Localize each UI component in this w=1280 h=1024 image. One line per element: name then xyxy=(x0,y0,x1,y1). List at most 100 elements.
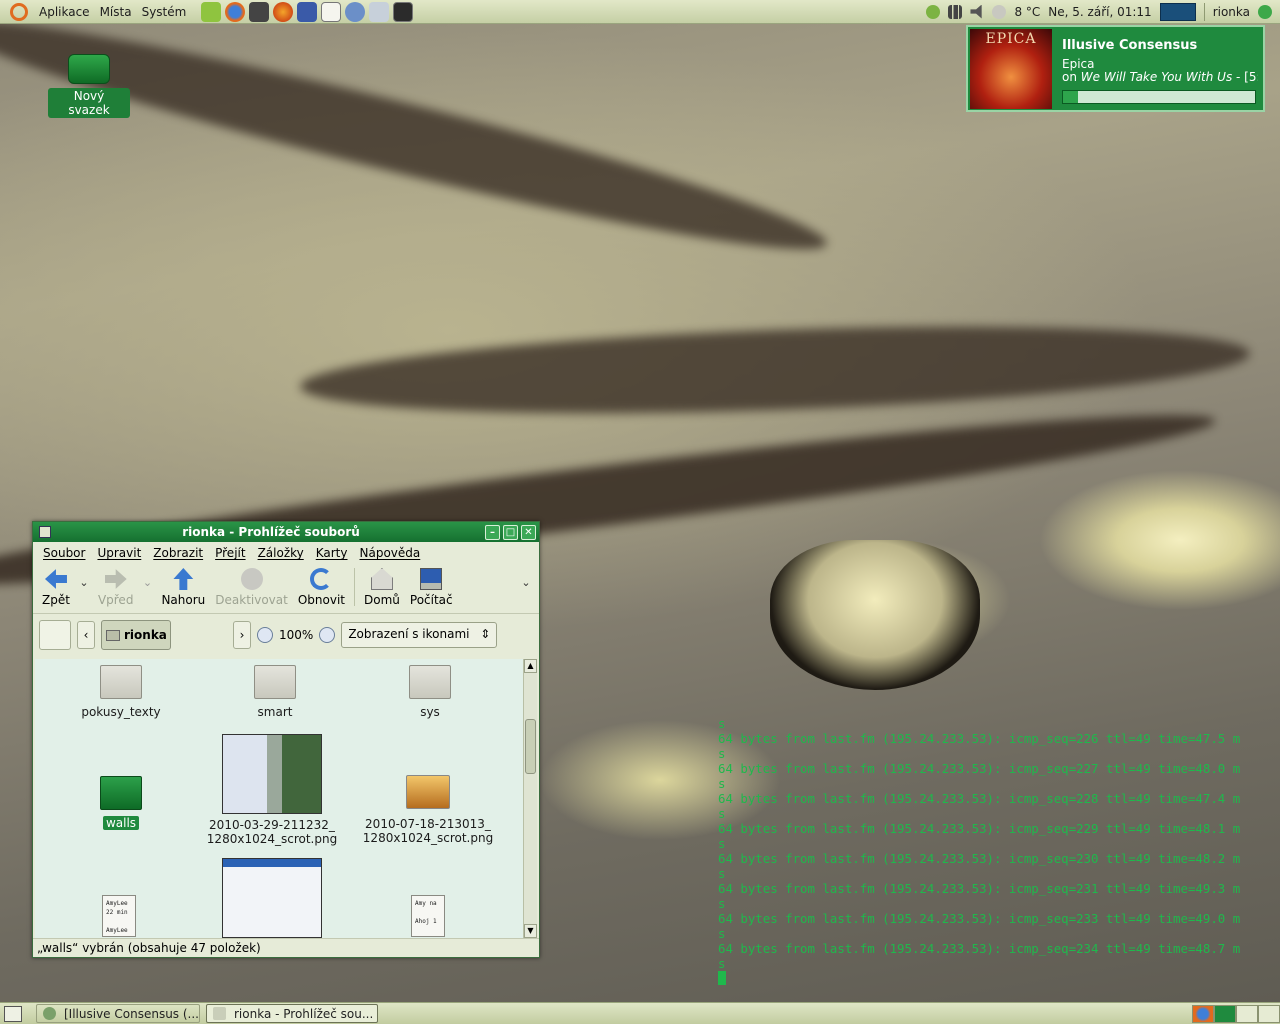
rhythmbox-icon[interactable] xyxy=(249,1,270,22)
back-label: Zpět xyxy=(42,593,70,607)
runner-icon[interactable] xyxy=(1258,4,1272,19)
menu-edit[interactable]: Upravit xyxy=(91,546,147,560)
text-file-item[interactable]: Amy na Ahoj 1 xyxy=(358,895,498,937)
edit-location-button[interactable] xyxy=(39,620,71,650)
terminal-icon[interactable] xyxy=(393,1,414,22)
file-manager-window[interactable]: rionka - Prohlížeč souborů – □ ✕ Soubor … xyxy=(32,521,540,958)
up-button[interactable]: Nahoru xyxy=(156,568,210,607)
gedit-icon[interactable] xyxy=(321,1,342,22)
track-album: on We Will Take You With Us - [5:0 xyxy=(1062,70,1258,84)
signal-icon[interactable] xyxy=(948,4,963,19)
computer-label: Počítač xyxy=(409,593,453,607)
task-label: rionka - Prohlížeč sou... xyxy=(234,1006,374,1021)
toolbar-overflow-chevron-icon[interactable]: ⌄ xyxy=(517,568,535,589)
up-arrow-icon xyxy=(173,568,194,590)
pidgin-icon[interactable] xyxy=(345,1,366,22)
network-icon[interactable] xyxy=(369,1,390,22)
play-icon[interactable] xyxy=(201,1,222,22)
photo-icon[interactable] xyxy=(297,1,318,22)
album-prefix: on xyxy=(1062,70,1081,84)
firefox-icon[interactable] xyxy=(1192,1004,1214,1023)
wallpaper-drop xyxy=(770,540,980,690)
rss-icon[interactable] xyxy=(926,4,941,19)
item-label: 2010-07-18-213013_ xyxy=(365,817,491,831)
wallpaper-twig xyxy=(0,0,836,278)
folder-item-selected[interactable]: walls xyxy=(51,776,191,830)
zoom-in-icon[interactable] xyxy=(319,627,336,643)
terminal-line: 64 bytes from last.fm (195.24.233.53): i… xyxy=(718,731,1241,746)
home-label: Domů xyxy=(364,593,400,607)
window-menu-icon[interactable] xyxy=(39,526,51,538)
folder-item[interactable]: smart xyxy=(205,665,345,719)
menu-help[interactable]: Nápověda xyxy=(354,546,427,560)
path-left-button[interactable]: ‹ xyxy=(77,621,95,649)
terminal-line: s xyxy=(718,866,726,881)
menu-go[interactable]: Přejít xyxy=(209,546,251,560)
menubar: Soubor Upravit Zobrazit Přejít Záložky K… xyxy=(33,542,539,564)
show-desktop-button[interactable] xyxy=(4,1005,22,1022)
volume-icon[interactable] xyxy=(970,4,982,19)
music-notification[interactable]: EPICA Illusive Consensus Epica on We Wil… xyxy=(966,25,1265,112)
forward-history-dropdown[interactable]: ⌄ xyxy=(138,568,156,589)
terminal-cursor xyxy=(718,971,726,985)
view-mode-select[interactable]: Zobrazení s ikonami ⇕ xyxy=(341,622,498,648)
workspace-2[interactable] xyxy=(1236,1004,1258,1023)
menu-places[interactable]: Místa xyxy=(95,0,137,24)
image-thumbnail xyxy=(222,858,322,938)
image-file-item[interactable] xyxy=(202,858,342,938)
ubuntu-logo-icon[interactable] xyxy=(10,2,28,21)
breadcrumb-rionka[interactable]: rionka xyxy=(101,620,171,650)
back-history-dropdown[interactable]: ⌄ xyxy=(75,568,93,589)
scroll-down-button[interactable]: ▼ xyxy=(524,924,537,938)
toolbar-separator xyxy=(354,568,355,606)
terminal-line: 64 bytes from last.fm (195.24.233.53): i… xyxy=(718,821,1241,836)
folder-item[interactable]: sys xyxy=(360,665,500,719)
zoom-out-icon[interactable] xyxy=(257,627,273,643)
image-thumbnail xyxy=(222,734,322,814)
scroll-up-button[interactable]: ▲ xyxy=(524,659,537,673)
clock[interactable]: Ne, 5. září, 01:11 xyxy=(1048,5,1151,19)
network-monitor[interactable] xyxy=(1159,2,1196,21)
menu-bookmarks[interactable]: Záložky xyxy=(252,546,310,560)
music-player-icon xyxy=(43,1007,56,1020)
menu-file[interactable]: Soubor xyxy=(37,546,91,560)
taskbar-item-music[interactable]: [Illusive Consensus (... xyxy=(36,1004,200,1023)
vertical-scrollbar[interactable]: ▲ ▼ xyxy=(523,659,537,938)
taskbar-item-file-manager[interactable]: rionka - Prohlížeč sou... xyxy=(206,1004,378,1023)
reload-button[interactable]: Obnovit xyxy=(293,568,350,607)
desktop-icon-label: Nový svazek xyxy=(48,88,130,118)
back-button[interactable]: Zpět xyxy=(37,568,75,607)
drive-icon xyxy=(68,54,110,84)
folder-item[interactable]: pokusy_texty xyxy=(51,665,191,719)
desktop-icon-volume[interactable]: Nový svazek xyxy=(48,54,130,118)
file-icon-view[interactable]: pokusy_texty smart sys walls 2010-03-29-… xyxy=(35,659,523,938)
image-file-item[interactable]: 2010-07-18-213013_ 1280x1024_scrot.png xyxy=(358,775,498,845)
text-file-item[interactable]: AmyLee 22 min AmyLee xyxy=(49,895,189,937)
menu-tabs[interactable]: Karty xyxy=(310,546,354,560)
window-titlebar[interactable]: rionka - Prohlížeč souborů – □ ✕ xyxy=(33,522,539,542)
audacity-icon[interactable] xyxy=(273,1,294,22)
workspace-1[interactable] xyxy=(1214,1004,1236,1023)
weather-temperature[interactable]: 8 °C xyxy=(1014,5,1040,19)
file-manager-icon xyxy=(213,1007,226,1020)
image-file-item[interactable]: 2010-03-29-211232_ 1280x1024_scrot.png xyxy=(202,734,342,846)
menu-applications[interactable]: Aplikace xyxy=(34,0,95,24)
workspace-3[interactable] xyxy=(1258,1004,1280,1023)
menu-system[interactable]: Systém xyxy=(137,0,192,24)
path-right-button[interactable]: › xyxy=(233,621,251,649)
scrollbar-thumb[interactable] xyxy=(525,719,536,774)
forward-button[interactable]: Vpřed xyxy=(93,568,139,607)
terminal-line: 64 bytes from last.fm (195.24.233.53): i… xyxy=(718,851,1241,866)
close-button[interactable]: ✕ xyxy=(521,524,536,540)
terminal-line: s xyxy=(718,776,726,791)
firefox-icon[interactable] xyxy=(225,1,246,22)
workspace-switcher[interactable] xyxy=(1192,1004,1280,1023)
terminal-output[interactable]: s 64 bytes from last.fm (195.24.233.53): … xyxy=(718,716,1280,992)
home-button[interactable]: Domů xyxy=(359,568,405,607)
stop-button[interactable]: Deaktivovat xyxy=(210,568,293,607)
computer-button[interactable]: Počítač xyxy=(405,568,458,607)
maximize-button[interactable]: □ xyxy=(503,524,518,540)
menu-view[interactable]: Zobrazit xyxy=(147,546,209,560)
user-name[interactable]: rionka xyxy=(1213,5,1250,19)
minimize-button[interactable]: – xyxy=(485,524,500,540)
